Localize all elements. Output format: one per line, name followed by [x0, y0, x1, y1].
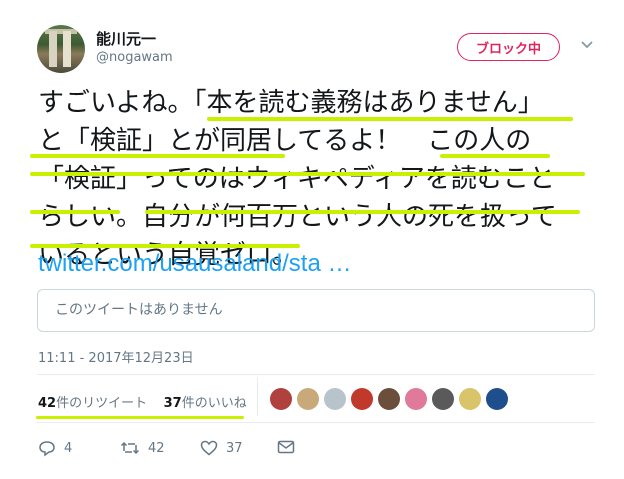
reply-icon: [39, 441, 55, 457]
chevron-down-icon[interactable]: [580, 38, 594, 52]
avatar[interactable]: [37, 25, 85, 73]
avatar-image-detail: [49, 31, 57, 67]
user-handle[interactable]: @nogawam: [96, 50, 173, 65]
reply-button[interactable]: 4: [38, 439, 72, 457]
tweet-text-line: らしい。自分が何百万という人の死を扱って: [38, 202, 557, 232]
user-avatar-icon[interactable]: [297, 388, 319, 410]
tweet-stats: 42件のリツイート 37件のいいね: [38, 392, 247, 411]
envelope-icon: [277, 440, 295, 454]
highlight-underline: [30, 244, 300, 248]
like-label: 件のいいね: [181, 396, 247, 411]
user-avatar-icon[interactable]: [324, 388, 346, 410]
highlight-underline: [36, 416, 244, 419]
user-avatar-icon[interactable]: [432, 388, 454, 410]
heart-icon: [200, 440, 218, 456]
display-name[interactable]: 能川元一: [96, 28, 156, 49]
user-avatar-icon[interactable]: [486, 388, 508, 410]
like-button[interactable]: 37: [200, 439, 243, 457]
reply-count: 4: [64, 440, 73, 456]
divider: [37, 374, 595, 375]
like-action-count: 37: [226, 440, 243, 456]
blocked-button[interactable]: ブロック中: [457, 33, 560, 61]
divider: [257, 378, 258, 416]
avatar-image-detail: [63, 31, 71, 67]
highlight-underline: [30, 172, 585, 176]
retweet-label: 件のリツイート: [56, 396, 148, 411]
direct-message-button[interactable]: [277, 439, 303, 455]
likes-stat[interactable]: 37件のいいね: [164, 396, 247, 411]
divider: [37, 422, 595, 423]
tweet-text-line: 「検証」ってのはウィキペディアを読むこと: [38, 164, 555, 194]
highlight-underline: [30, 154, 285, 158]
user-avatar-icon[interactable]: [351, 388, 373, 410]
quoted-tweet-unavailable: このツイートはありません: [37, 289, 595, 332]
highlight-underline: [207, 117, 573, 121]
retweet-button[interactable]: 42: [120, 439, 165, 457]
like-count: 37: [163, 396, 182, 411]
retweets-stat[interactable]: 42件のリツイート: [38, 396, 147, 411]
user-avatar-icon[interactable]: [378, 388, 400, 410]
tweet-timestamp[interactable]: 11:11 - 2017年12月23日: [38, 347, 194, 366]
user-avatar-icon[interactable]: [405, 388, 427, 410]
retweet-count: 42: [38, 396, 57, 411]
highlight-underline: [145, 210, 580, 214]
retweet-action-count: 42: [148, 440, 165, 456]
highlight-underline: [30, 210, 120, 214]
user-avatar-icon[interactable]: [459, 388, 481, 410]
retweet-icon: [120, 441, 140, 455]
tweet-link[interactable]: twitter.com/usausaland/sta …: [38, 250, 351, 278]
user-avatar-icon[interactable]: [270, 388, 292, 410]
highlight-underline: [440, 154, 550, 158]
